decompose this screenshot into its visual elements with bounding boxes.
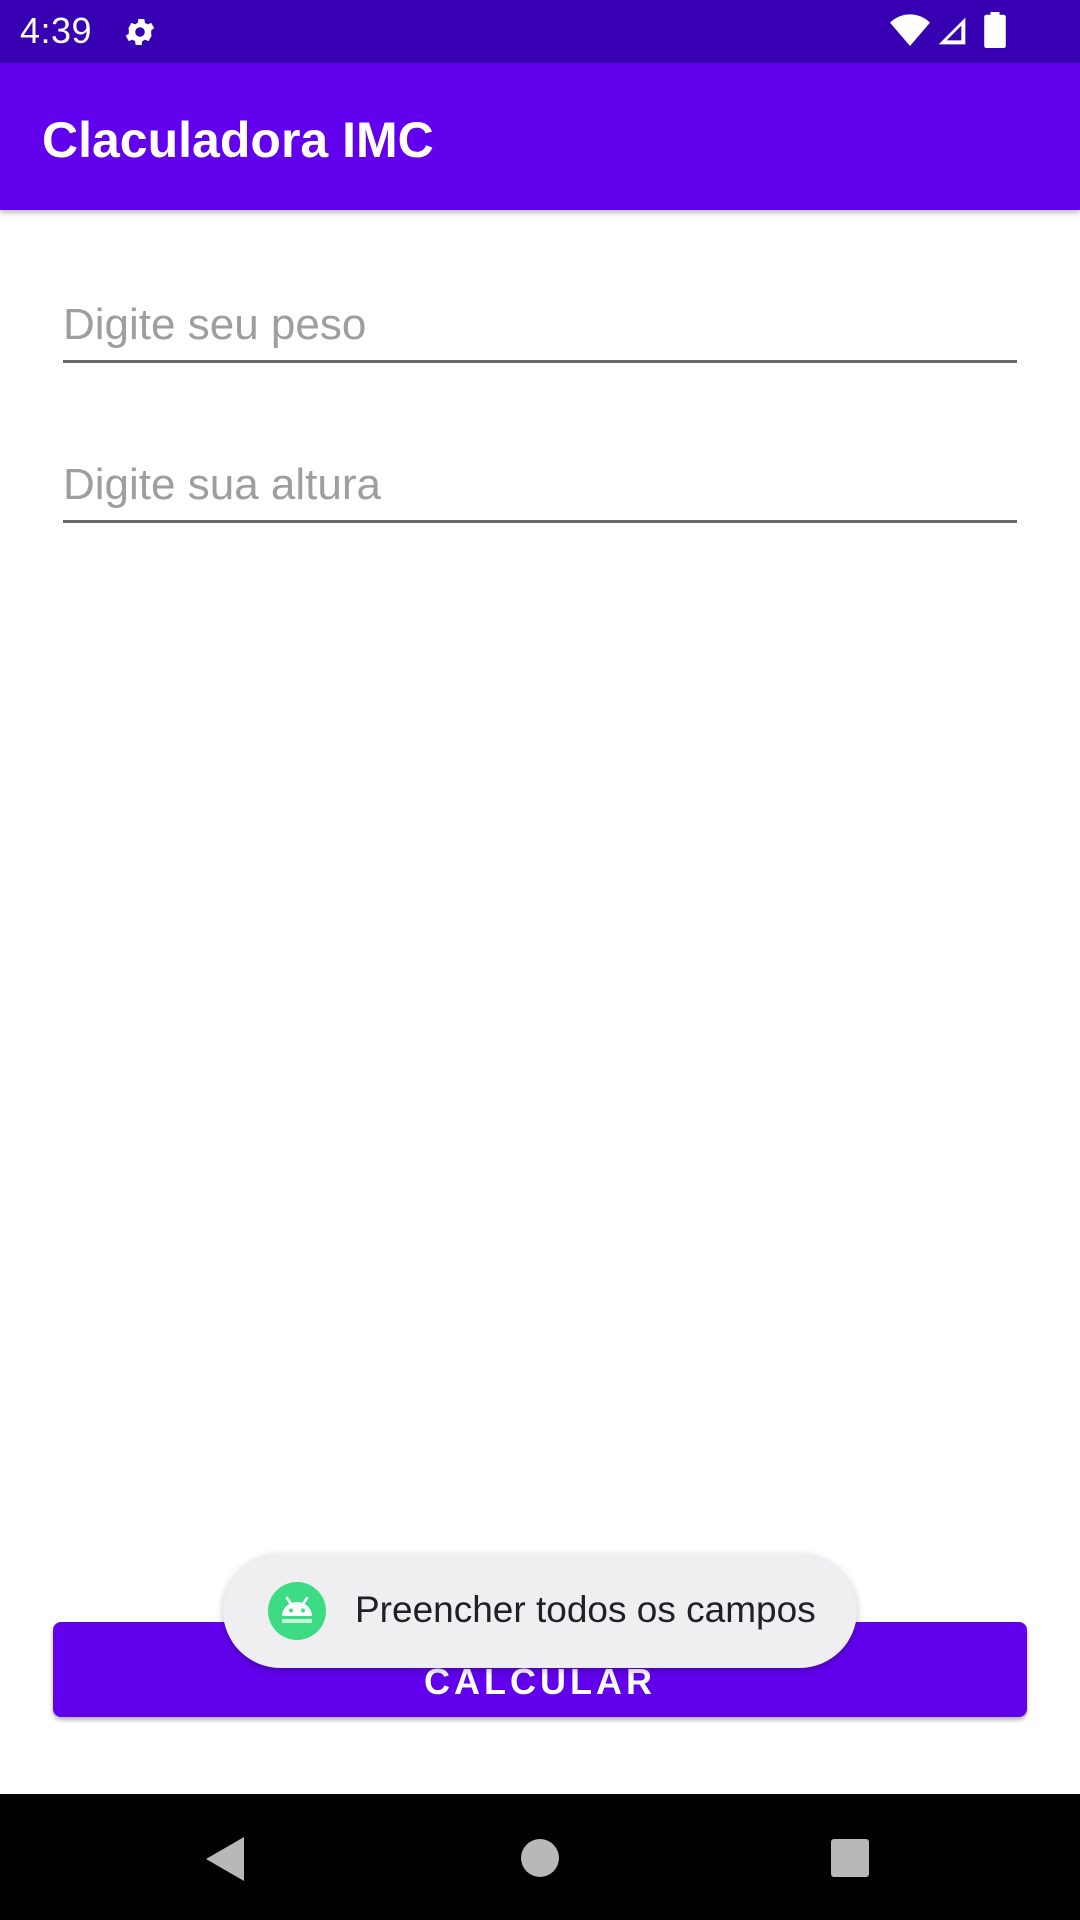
navigation-bar <box>0 1794 1080 1920</box>
height-input[interactable] <box>63 450 1017 523</box>
weight-input[interactable] <box>63 290 1017 363</box>
back-icon[interactable] <box>202 1834 246 1884</box>
signal-icon <box>938 17 966 45</box>
toast-message: Preencher todos os campos <box>223 1553 857 1668</box>
status-bar: 4:39 <box>0 0 1080 63</box>
wifi-icon <box>890 14 930 46</box>
android-icon <box>268 1582 326 1640</box>
battery-icon <box>984 12 1006 48</box>
status-time: 4:39 <box>20 10 93 51</box>
recents-icon[interactable] <box>830 1838 870 1878</box>
toast-text: Preencher todos os campos <box>355 1589 816 1630</box>
app-title: Claculadora IMC <box>42 112 434 168</box>
home-icon[interactable] <box>520 1838 560 1878</box>
app-bar: Claculadora IMC <box>0 63 1080 210</box>
gear-icon <box>125 18 155 46</box>
